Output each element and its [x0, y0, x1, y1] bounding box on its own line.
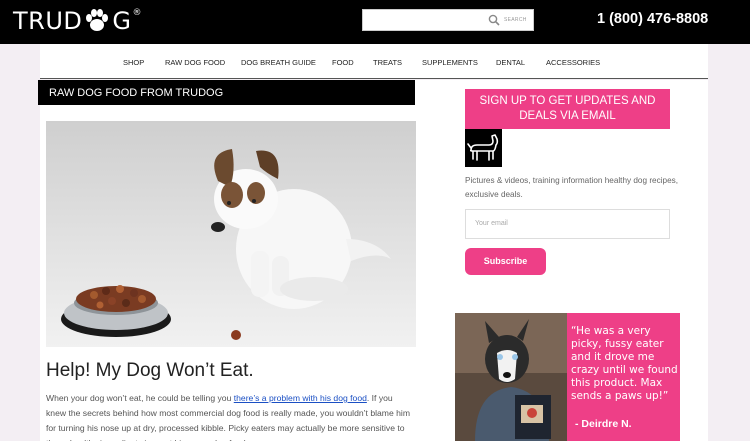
logo-text-right: G — [112, 7, 132, 35]
search-icon[interactable] — [488, 14, 500, 26]
paw-icon — [86, 9, 109, 31]
testimonial-card: “He was a very picky, fussy eater and it… — [455, 313, 680, 441]
article-body: When your dog won’t eat, he could be tel… — [46, 391, 414, 441]
dog-with-food-bowl-image — [46, 121, 416, 347]
nav-item-shop[interactable]: SHOP — [123, 58, 144, 67]
dog-logo-box — [465, 129, 502, 167]
signup-description: Pictures & videos, training information … — [465, 176, 678, 199]
subscribe-button[interactable]: Subscribe — [465, 248, 546, 275]
husky-photo — [455, 313, 567, 441]
nav-item-accessories[interactable]: ACCESSORIES — [546, 58, 600, 67]
article-link[interactable]: there’s a problem with his dog food — [234, 393, 367, 403]
nav-item-dental[interactable]: DENTAL — [496, 58, 525, 67]
nav-item-treats[interactable]: TREATS — [373, 58, 402, 67]
search-input[interactable]: SEARCH — [362, 9, 534, 31]
testimonial-author: - Deirdre N. — [575, 418, 632, 430]
signup-banner: SIGN UP TO GET UPDATES AND DEALS VIA EMA… — [465, 89, 670, 129]
nav-item-supplements[interactable]: SUPPLEMENTS — [422, 58, 478, 67]
top-bar: TRUD G ® SEARCH 1 (800) 476-8808 — [0, 0, 750, 44]
email-field[interactable]: Your email — [465, 209, 670, 239]
logo-text-left: TRUD — [13, 7, 83, 35]
article-heading: Help! My Dog Won’t Eat. — [46, 360, 254, 381]
trudog-logo[interactable]: TRUD G ® — [13, 7, 142, 35]
dog-silhouette-icon — [467, 134, 499, 161]
search-placeholder: SEARCH — [504, 17, 527, 23]
email-placeholder: Your email — [475, 220, 508, 227]
nav-item-raw-dog-food[interactable]: RAW DOG FOOD — [165, 58, 225, 67]
registered-mark: ® — [132, 8, 142, 18]
page-title: RAW DOG FOOD FROM TRUDOG — [38, 80, 415, 105]
main-nav: SHOP RAW DOG FOOD DOG BREATH GUIDE FOOD … — [40, 44, 708, 79]
phone-number[interactable]: 1 (800) 476-8808 — [597, 11, 708, 27]
nav-item-food[interactable]: FOOD — [332, 58, 354, 67]
testimonial-quote: “He was a very picky, fussy eater and it… — [571, 325, 678, 402]
article-text-before: When your dog won’t eat, he could be tel… — [46, 393, 234, 403]
nav-item-dog-breath-guide[interactable]: DOG BREATH GUIDE — [241, 58, 316, 67]
